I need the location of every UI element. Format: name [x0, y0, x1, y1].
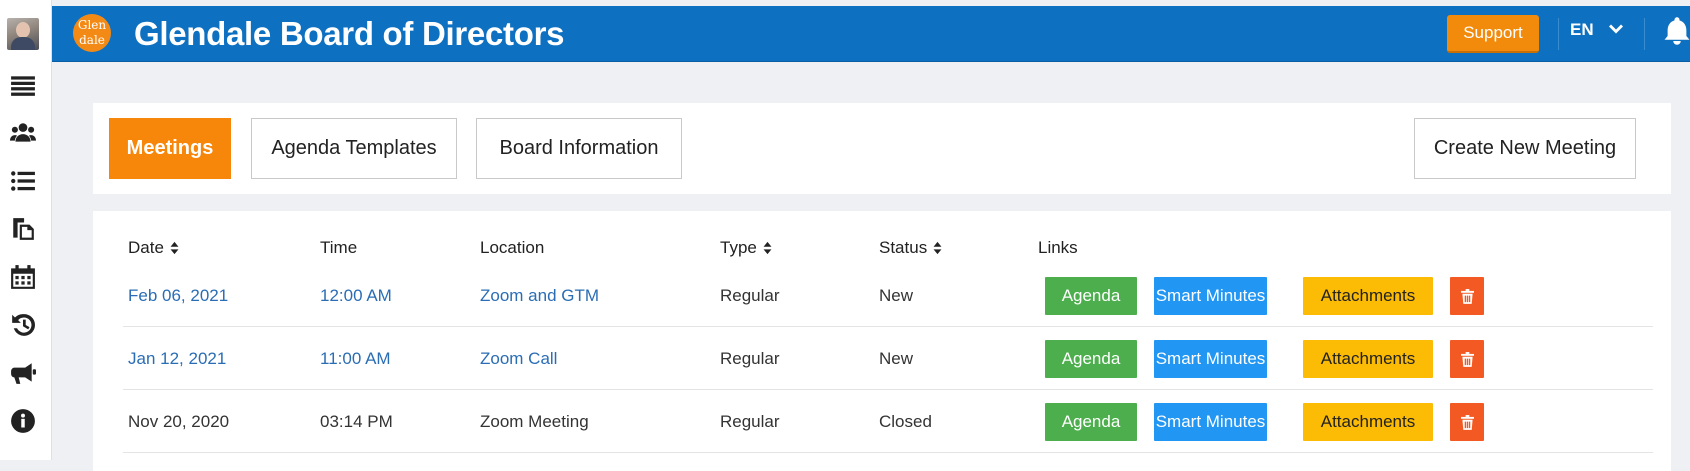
- chevron-down-icon: [1608, 24, 1623, 34]
- meeting-status: New: [879, 348, 914, 368]
- trash-icon: [1460, 288, 1474, 304]
- meeting-type: Regular: [720, 411, 780, 431]
- meeting-type: Regular: [720, 285, 780, 305]
- trash-icon: [1460, 414, 1474, 430]
- agenda-button[interactable]: Agenda: [1045, 403, 1137, 441]
- column-header-links: Links: [1038, 238, 1078, 258]
- smart-minutes-button[interactable]: Smart Minutes: [1154, 277, 1267, 315]
- list-icon[interactable]: [8, 166, 38, 196]
- users-icon[interactable]: [8, 118, 38, 148]
- megaphone-icon[interactable]: [8, 358, 38, 388]
- left-sidebar: [0, 0, 52, 460]
- sort-icon[interactable]: [933, 241, 942, 255]
- trash-icon: [1460, 351, 1474, 367]
- column-header-type[interactable]: Type: [720, 238, 772, 258]
- meetings-table: Date Time Location Type Status Links Feb…: [93, 211, 1671, 471]
- attachments-button[interactable]: Attachments: [1303, 340, 1433, 378]
- attachments-button[interactable]: Attachments: [1303, 277, 1433, 315]
- avatar[interactable]: [7, 18, 39, 50]
- smart-minutes-button[interactable]: Smart Minutes: [1154, 340, 1267, 378]
- column-label: Type: [720, 238, 757, 257]
- table-row: Nov 20, 2020 03:14 PM Zoom Meeting Regular C…: [123, 390, 1653, 453]
- column-label: Location: [480, 238, 545, 257]
- column-label: Date: [128, 238, 164, 257]
- bell-icon[interactable]: [1662, 16, 1690, 50]
- create-new-meeting-button[interactable]: Create New Meeting: [1414, 118, 1636, 179]
- documents-icon[interactable]: [8, 214, 38, 244]
- table-row: Feb 06, 2021 12:00 AM Zoom and GTM Regular N…: [123, 264, 1653, 327]
- meeting-date[interactable]: Jan 12, 2021: [128, 327, 226, 390]
- delete-button[interactable]: [1450, 403, 1484, 441]
- meeting-location: Zoom Meeting: [480, 411, 589, 431]
- language-selector[interactable]: EN: [1570, 20, 1624, 40]
- attachments-button[interactable]: Attachments: [1303, 403, 1433, 441]
- glendale-logo[interactable]: Glen dale: [73, 14, 111, 52]
- delete-button[interactable]: [1450, 340, 1484, 378]
- table-row: Jan 12, 2021 11:00 AM Zoom Call Regular New A…: [123, 327, 1653, 390]
- meeting-location[interactable]: Zoom Call: [480, 327, 557, 390]
- column-header-time: Time: [320, 238, 357, 258]
- meeting-status: New: [879, 285, 914, 305]
- meeting-location[interactable]: Zoom and GTM: [480, 264, 599, 327]
- meeting-time[interactable]: 11:00 AM: [320, 327, 391, 390]
- meeting-time[interactable]: 12:00 AM: [320, 264, 392, 327]
- meeting-date[interactable]: Feb 06, 2021: [128, 264, 228, 327]
- calendar-icon[interactable]: [8, 262, 38, 292]
- meeting-time: 03:14 PM: [320, 411, 393, 431]
- tab-board-information[interactable]: Board Information: [476, 118, 682, 179]
- header-divider: [1644, 18, 1645, 50]
- app-title: Glendale Board of Directors: [134, 15, 565, 52]
- tab-bar: Meetings Agenda Templates Board Informat…: [93, 103, 1671, 194]
- agenda-button[interactable]: Agenda: [1045, 340, 1137, 378]
- column-label: Links: [1038, 238, 1078, 257]
- history-icon[interactable]: [8, 310, 38, 340]
- meeting-status: Closed: [879, 411, 932, 431]
- column-header-location: Location: [480, 238, 544, 258]
- column-header-date[interactable]: Date: [128, 238, 179, 258]
- column-label: Status: [879, 238, 928, 257]
- tab-meetings[interactable]: Meetings: [109, 118, 231, 179]
- delete-button[interactable]: [1450, 277, 1484, 315]
- sort-icon[interactable]: [170, 241, 179, 255]
- menu-bars-icon[interactable]: [8, 70, 38, 100]
- header-divider: [1558, 18, 1559, 50]
- info-icon[interactable]: [8, 406, 38, 436]
- column-label: Time: [320, 238, 358, 257]
- agenda-button[interactable]: Agenda: [1045, 277, 1137, 315]
- smart-minutes-button[interactable]: Smart Minutes: [1154, 403, 1267, 441]
- top-header: Glen dale Glendale Board of Directors Su…: [52, 6, 1690, 62]
- column-header-status[interactable]: Status: [879, 238, 942, 258]
- sort-icon[interactable]: [763, 241, 772, 255]
- support-button[interactable]: Support: [1447, 15, 1539, 53]
- language-label: EN: [1570, 20, 1594, 39]
- tab-agenda-templates[interactable]: Agenda Templates: [251, 118, 457, 179]
- meeting-date: Nov 20, 2020: [128, 411, 230, 431]
- meeting-type: Regular: [720, 348, 780, 368]
